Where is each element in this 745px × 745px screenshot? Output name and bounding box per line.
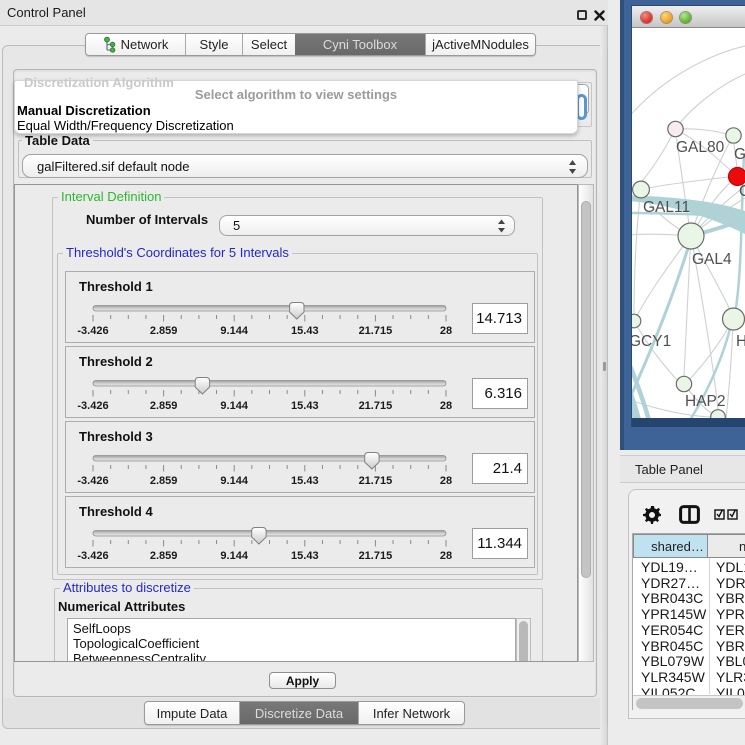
svg-text:21.715: 21.715 — [359, 325, 393, 337]
svg-text:15.43: 15.43 — [291, 325, 319, 337]
svg-text:-3.426: -3.426 — [77, 400, 108, 412]
svg-text:21.715: 21.715 — [359, 400, 393, 412]
svg-text:HAP2: HAP2 — [685, 393, 726, 410]
svg-text:15.43: 15.43 — [291, 550, 319, 562]
svg-text:2.859: 2.859 — [150, 550, 178, 562]
svg-text:-3.426: -3.426 — [77, 550, 108, 562]
svg-text:2.859: 2.859 — [150, 475, 178, 487]
svg-text:9.144: 9.144 — [220, 475, 248, 487]
svg-text:9.144: 9.144 — [220, 550, 248, 562]
svg-text:GAL4: GAL4 — [692, 251, 732, 268]
svg-text:15.43: 15.43 — [291, 475, 319, 487]
svg-text:21.715: 21.715 — [359, 475, 393, 487]
svg-text:GCY1: GCY1 — [632, 333, 671, 350]
svg-text:9.144: 9.144 — [220, 400, 248, 412]
svg-text:GAL80: GAL80 — [676, 139, 725, 156]
svg-text:15.43: 15.43 — [291, 400, 319, 412]
svg-text:2.859: 2.859 — [150, 325, 178, 337]
svg-text:28: 28 — [440, 550, 452, 562]
svg-text:GA: GA — [734, 146, 745, 163]
svg-text:28: 28 — [440, 400, 452, 412]
svg-text:-3.426: -3.426 — [77, 475, 108, 487]
svg-text:28: 28 — [440, 475, 452, 487]
svg-text:21.715: 21.715 — [359, 550, 393, 562]
svg-text:9.144: 9.144 — [220, 325, 248, 337]
svg-text:C: C — [739, 183, 745, 200]
svg-text:2.859: 2.859 — [150, 400, 178, 412]
svg-text:-3.426: -3.426 — [77, 325, 108, 337]
svg-text:GAL11: GAL11 — [643, 199, 690, 216]
svg-text:28: 28 — [440, 325, 452, 337]
svg-text:H: H — [736, 333, 745, 350]
